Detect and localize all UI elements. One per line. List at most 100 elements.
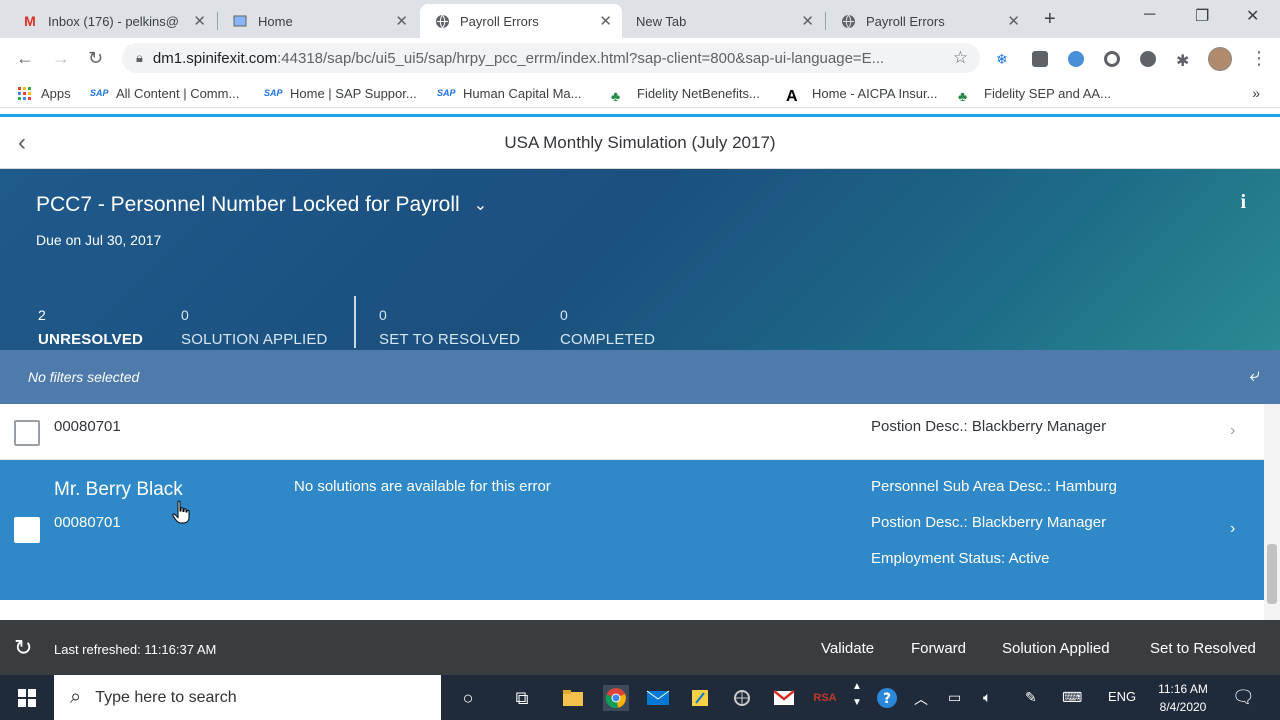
bookmark-fidelity-netbenefits[interactable]: ♣ Fidelity NetBenefits...	[611, 86, 760, 104]
gmail-taskbar-icon[interactable]	[771, 685, 797, 711]
info-icon[interactable]: i	[1240, 191, 1246, 214]
network-app-icon[interactable]	[729, 685, 755, 711]
hand-cursor-icon	[172, 500, 190, 524]
bookmarks-overflow-icon[interactable]: »	[1252, 85, 1260, 101]
show-hidden-icons-icon[interactable]: ︿	[914, 689, 928, 709]
bookmark-all-content[interactable]: SAP All Content | Comm...	[90, 86, 239, 101]
mail-icon[interactable]	[645, 685, 671, 711]
snowflake-extension-icon[interactable]: ❄	[996, 51, 1012, 67]
due-date: Due on Jul 30, 2017	[36, 232, 162, 248]
close-tab-icon[interactable]: ✕	[395, 12, 408, 30]
tab-set-to-resolved[interactable]: 0 SET TO RESOLVED	[379, 307, 520, 348]
footer-toolbar: ↻ Last refreshed: 11:16:37 AM Validate F…	[0, 620, 1280, 675]
close-tab-icon[interactable]: ✕	[599, 12, 612, 30]
position-description: Postion Desc.: Blackberry Manager	[871, 514, 1107, 531]
table-row-partial	[0, 600, 1264, 620]
app-shell-bar: ‹ USA Monthly Simulation (July 2017)	[0, 117, 1280, 169]
globe-icon	[840, 13, 856, 29]
browser-tab-home[interactable]: Home ✕	[218, 4, 418, 38]
reset-filter-icon[interactable]: ⤶	[1249, 365, 1260, 387]
lock-icon: 🔒︎	[136, 50, 143, 65]
chevron-right-icon[interactable]: ›	[1230, 422, 1235, 440]
pen-icon[interactable]: ✎	[1025, 689, 1037, 706]
close-window-icon[interactable]: ✕	[1246, 6, 1259, 26]
close-tab-icon[interactable]: ✕	[193, 12, 206, 30]
taskbar-search[interactable]: ⌕ Type here to search	[54, 675, 441, 720]
globe-icon	[434, 13, 450, 29]
table-row[interactable]: 00080701 Postion Desc.: Blackberry Manag…	[0, 404, 1264, 460]
minimize-icon[interactable]: ─	[1144, 6, 1155, 24]
taskbar-clock[interactable]: 11:16 AM 8/4/2020	[1148, 680, 1218, 716]
grammarly-extension-icon[interactable]	[1032, 51, 1048, 67]
circle-extension-icon[interactable]	[1140, 51, 1156, 67]
filter-status-text: No filters selected	[28, 369, 140, 385]
browser-tab-payroll-errors-active[interactable]: Payroll Errors ✕	[420, 4, 622, 38]
forward-button[interactable]: Forward	[911, 640, 966, 657]
address-bar[interactable]: 🔒︎ dm1.spinifexit.com:44318/sap/bc/ui5_u…	[122, 43, 980, 73]
bookmark-fidelity-sep[interactable]: ♣ Fidelity SEP and AA...	[958, 86, 1111, 104]
windows-taskbar: ⌕ Type here to search ○ ⧉ RSA ▲ ▼ ? ︿ ▭ 🔈…	[0, 675, 1280, 720]
list-scrollbar[interactable]	[1264, 404, 1280, 620]
puzzle-extensions-icon[interactable]: ✱	[1176, 51, 1192, 70]
fidelity-icon: ♣	[611, 87, 621, 104]
rsa-icon[interactable]: RSA	[812, 685, 838, 711]
close-tab-icon[interactable]: ✕	[801, 12, 814, 30]
profile-avatar[interactable]	[1208, 47, 1232, 71]
language-indicator[interactable]: ENG	[1108, 689, 1136, 704]
browser-tab-gmail[interactable]: M Inbox (176) - pelkins@ ✕	[8, 4, 216, 38]
chevron-down-icon[interactable]: ⌄	[474, 195, 487, 215]
windows-start-icon[interactable]	[18, 689, 36, 707]
bookmark-apps[interactable]: Apps	[18, 86, 71, 101]
extension-icon[interactable]	[1068, 51, 1084, 67]
app-title: USA Monthly Simulation (July 2017)	[504, 133, 776, 152]
tab-unresolved[interactable]: 2 UNRESOLVED	[38, 307, 143, 348]
notifications-icon[interactable]: 🗨︎	[1232, 687, 1255, 708]
help-icon[interactable]: ?	[874, 685, 900, 711]
document-icon	[232, 13, 248, 29]
taskbar-scroll-icon[interactable]: ▲ ▼	[852, 679, 862, 711]
keyboard-icon[interactable]: ⌨	[1062, 689, 1082, 706]
aicpa-logo-icon: A	[786, 87, 798, 105]
bookmark-star-icon[interactable]: ☆	[953, 48, 968, 68]
browser-tab-new-tab[interactable]: New Tab ✕	[622, 4, 824, 38]
personnel-number: 00080701	[54, 418, 121, 435]
refresh-icon[interactable]: ↻	[14, 635, 32, 661]
row-checkbox[interactable]	[14, 420, 40, 446]
bookmark-aicpa[interactable]: A Home - AICPA Insur...	[786, 86, 937, 105]
file-explorer-icon[interactable]	[560, 685, 586, 711]
set-to-resolved-button[interactable]: Set to Resolved	[1150, 640, 1256, 657]
cortana-icon[interactable]: ○	[455, 685, 481, 711]
object-title[interactable]: PCC7 - Personnel Number Locked for Payro…	[36, 193, 487, 217]
solution-applied-button[interactable]: Solution Applied	[1002, 640, 1110, 657]
new-tab-icon[interactable]: +	[1044, 8, 1056, 31]
restore-icon[interactable]: ❐	[1195, 6, 1209, 26]
browser-tab-strip: M Inbox (176) - pelkins@ ✕ Home ✕ Payrol…	[0, 0, 1280, 38]
tab-completed[interactable]: 0 COMPLETED	[560, 307, 655, 348]
chrome-icon[interactable]	[603, 685, 629, 711]
sap-logo-icon: SAP	[90, 87, 109, 98]
employee-name[interactable]: Mr. Berry Black	[54, 479, 183, 501]
task-view-icon[interactable]: ⧉	[509, 685, 535, 711]
sticky-notes-icon[interactable]	[687, 685, 713, 711]
sync-extension-icon[interactable]	[1104, 51, 1120, 67]
volume-icon[interactable]: 🔈︎	[983, 689, 991, 706]
browser-menu-icon[interactable]: ⋮	[1250, 48, 1268, 69]
search-icon: ⌕	[70, 686, 82, 708]
back-arrow-icon[interactable]: ←	[16, 48, 34, 69]
table-row-selected[interactable]: Mr. Berry Black 00080701 No solutions ar…	[0, 460, 1264, 600]
object-header: PCC7 - Personnel Number Locked for Payro…	[0, 169, 1280, 350]
row-checkbox[interactable]	[14, 517, 40, 543]
forward-arrow-icon[interactable]: →	[52, 48, 70, 69]
scrollbar-thumb[interactable]	[1267, 544, 1277, 604]
close-tab-icon[interactable]: ✕	[1007, 12, 1020, 30]
bookmark-human-capital[interactable]: SAP Human Capital Ma...	[437, 86, 582, 101]
validate-button[interactable]: Validate	[821, 640, 874, 657]
bookmark-sap-support[interactable]: SAP Home | SAP Suppor...	[264, 86, 417, 101]
filter-info-bar: No filters selected ⤶	[0, 350, 1280, 404]
browser-tab-payroll-errors[interactable]: Payroll Errors ✕	[826, 4, 1030, 38]
chevron-right-icon[interactable]: ›	[1230, 520, 1235, 538]
battery-icon[interactable]: ▭	[948, 689, 961, 706]
tab-solution-applied[interactable]: 0 SOLUTION APPLIED	[181, 307, 328, 348]
reload-icon[interactable]: ↻	[88, 48, 103, 69]
bookmarks-bar: Apps SAP All Content | Comm... SAP Home | …	[0, 80, 1280, 108]
